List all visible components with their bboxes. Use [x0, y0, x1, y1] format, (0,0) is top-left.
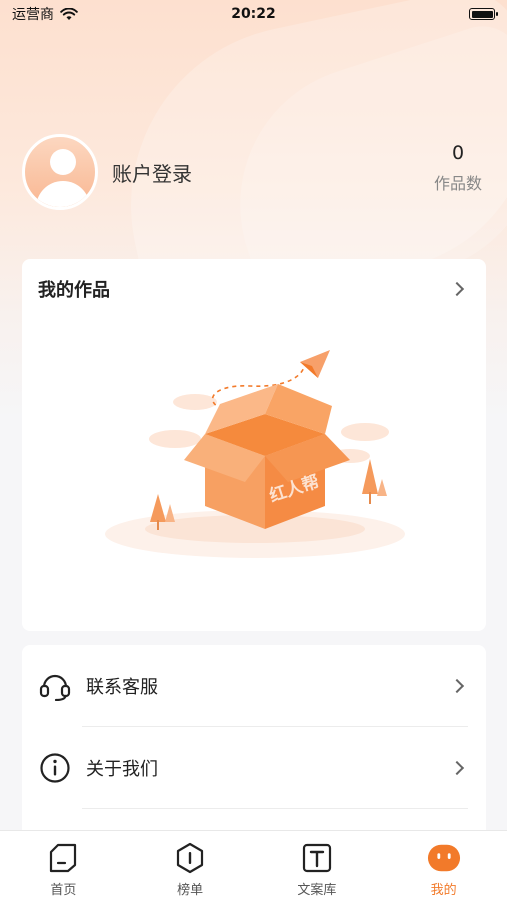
menu-item-contact-support[interactable]: 联系客服 [22, 645, 486, 727]
profile-header: 账户登录 0 作品数 [22, 132, 488, 212]
works-count-value: 0 [451, 142, 465, 164]
chevron-right-icon [449, 760, 465, 776]
my-works-header[interactable]: 我的作品 [22, 259, 486, 319]
status-bar: 运营商 20:22 [0, 0, 507, 28]
home-icon [46, 841, 80, 875]
carrier-label: 运营商 [12, 7, 54, 23]
battery-icon [469, 8, 498, 20]
tab-text-library[interactable]: 文案库 [254, 831, 381, 900]
tab-ranking[interactable]: 榜单 [127, 831, 254, 900]
tab-label: 我的 [430, 883, 457, 898]
tab-home[interactable]: 首页 [0, 831, 127, 900]
text-library-icon [300, 841, 334, 875]
bottom-tab-bar: 首页 榜单 文案库 我的 [0, 830, 507, 900]
menu-item-label: 联系客服 [86, 677, 158, 698]
chevron-right-icon [449, 281, 465, 297]
works-count-stat: 0 作品数 [428, 142, 488, 194]
info-icon [38, 751, 72, 785]
chevron-right-icon [449, 678, 465, 694]
tab-mine[interactable]: 我的 [380, 831, 507, 900]
divider [82, 808, 468, 809]
menu-item-about-us[interactable]: 关于我们 [22, 727, 486, 809]
tab-label: 文案库 [297, 883, 337, 898]
status-left: 运营商 [12, 4, 78, 24]
wifi-icon [60, 7, 78, 20]
profile-face-icon [427, 841, 461, 875]
works-count-label: 作品数 [433, 174, 482, 193]
settings-menu-card: 联系客服 关于我们 [22, 645, 486, 845]
tab-label: 榜单 [177, 883, 204, 898]
avatar[interactable] [22, 134, 98, 210]
my-works-title: 我的作品 [38, 280, 110, 301]
headset-icon [38, 669, 72, 703]
tab-label: 首页 [50, 883, 77, 898]
empty-box-illustration: 红人帮 [105, 350, 405, 558]
account-login-link[interactable]: 账户登录 [112, 158, 192, 187]
my-works-card: 我的作品 红人帮 [22, 259, 486, 631]
menu-item-label: 关于我们 [86, 759, 158, 780]
ranking-icon [173, 841, 207, 875]
